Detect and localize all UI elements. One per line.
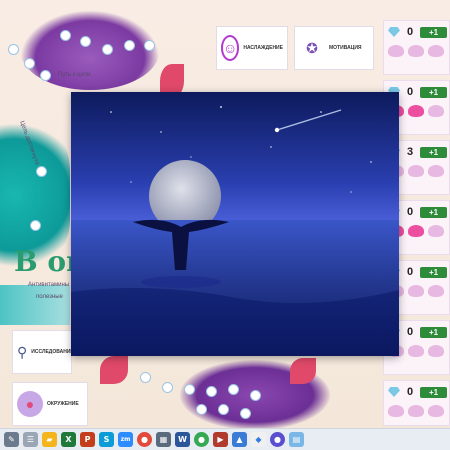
powerpoint-icon[interactable]: P bbox=[80, 432, 95, 447]
path-dot[interactable] bbox=[228, 384, 239, 395]
whale-icon bbox=[428, 225, 444, 237]
gem-icon bbox=[388, 27, 400, 37]
path-dot[interactable] bbox=[102, 44, 113, 55]
task-view-icon[interactable]: ☰ bbox=[23, 432, 38, 447]
counter-value: 0 bbox=[406, 326, 414, 338]
path-dot[interactable] bbox=[184, 384, 195, 395]
whale-icon bbox=[408, 405, 424, 417]
path-dot[interactable] bbox=[206, 386, 217, 397]
counter-widget: 0 +1 bbox=[383, 380, 450, 426]
counter-value: 0 bbox=[406, 26, 414, 38]
whale-icon bbox=[428, 345, 444, 357]
path-label: Путь к цели bbox=[58, 72, 91, 78]
video-icon[interactable]: ▶ bbox=[213, 432, 228, 447]
card-motivation[interactable]: ✪ МОТИВАЦИЯ bbox=[294, 26, 374, 70]
path-dot[interactable] bbox=[250, 390, 261, 401]
whale-icon bbox=[408, 45, 424, 57]
whale-icon bbox=[408, 105, 424, 117]
board-small-text: полезные bbox=[36, 294, 63, 300]
whale-icon bbox=[428, 105, 444, 117]
whale-icon bbox=[388, 45, 404, 57]
whale-icon bbox=[428, 405, 444, 417]
magnifier-icon: ⚲ bbox=[17, 343, 28, 360]
counter-value: 0 bbox=[406, 386, 414, 398]
plus-one-button[interactable]: +1 bbox=[420, 86, 447, 98]
card-pleasure[interactable]: ☺ НАСЛАЖДЕНИЕ bbox=[216, 26, 288, 70]
zoom-icon[interactable]: zm bbox=[118, 432, 133, 447]
app-menu-icon[interactable]: ✎ bbox=[4, 432, 19, 447]
gem-icon bbox=[388, 387, 400, 397]
miro-icon[interactable]: ▤ bbox=[289, 432, 304, 447]
path-dot[interactable] bbox=[124, 40, 135, 51]
card-label: МОТИВАЦИЯ bbox=[329, 45, 362, 51]
teal-band bbox=[0, 285, 70, 325]
whale-moon-image[interactable] bbox=[71, 92, 399, 356]
chrome-2-icon[interactable]: ● bbox=[194, 432, 209, 447]
excel-icon[interactable]: X bbox=[61, 432, 76, 447]
path-dot[interactable] bbox=[60, 30, 71, 41]
path-dot[interactable] bbox=[40, 70, 51, 81]
people-icon: ● bbox=[17, 391, 43, 417]
counter-value: 0 bbox=[406, 206, 414, 218]
calculator-icon[interactable]: ▦ bbox=[156, 432, 171, 447]
path-dot[interactable] bbox=[144, 40, 155, 51]
path-dot[interactable] bbox=[240, 408, 251, 419]
card-research[interactable]: ⚲ ИССЛЕДОВАНИЕ bbox=[12, 330, 74, 374]
path-dot[interactable] bbox=[24, 58, 35, 69]
whale-icon bbox=[428, 45, 444, 57]
photos-icon[interactable]: ▲ bbox=[232, 432, 247, 447]
word-icon[interactable]: W bbox=[175, 432, 190, 447]
path-dot[interactable] bbox=[80, 36, 91, 47]
path-dot[interactable] bbox=[218, 404, 229, 415]
smile-icon: ☺ bbox=[221, 35, 240, 61]
whale-icon bbox=[428, 165, 444, 177]
whale-icon bbox=[388, 405, 404, 417]
counter-value: 0 bbox=[406, 86, 414, 98]
plus-one-button[interactable]: +1 bbox=[420, 26, 447, 38]
whale-icon bbox=[408, 165, 424, 177]
whale-icon bbox=[408, 225, 424, 237]
skype-icon[interactable]: S bbox=[99, 432, 114, 447]
pink-leaf bbox=[290, 358, 316, 384]
whale-moon-illustration bbox=[71, 92, 399, 356]
pink-leaf bbox=[100, 356, 128, 384]
whale-icon bbox=[428, 285, 444, 297]
path-dot[interactable] bbox=[140, 372, 151, 383]
plus-one-button[interactable]: +1 bbox=[420, 266, 447, 278]
board-small-text: Антивитамины bbox=[28, 282, 70, 288]
chrome-icon[interactable]: ● bbox=[137, 432, 152, 447]
counter-widget: 0 +1 bbox=[383, 20, 450, 75]
taskbar: ✎ ☰ ▰ X P S zm ● ▦ W ● ▶ ▲ ◆ ● ▤ bbox=[0, 428, 450, 450]
whale-icon bbox=[408, 285, 424, 297]
file-explorer-icon[interactable]: ▰ bbox=[42, 432, 57, 447]
path-dot[interactable] bbox=[30, 220, 41, 231]
trophy-icon: ✪ bbox=[306, 39, 318, 56]
whale-icon bbox=[408, 345, 424, 357]
path-dot[interactable] bbox=[8, 44, 19, 55]
card-label: ОКРУЖЕНИЕ bbox=[47, 401, 79, 407]
plus-one-button[interactable]: +1 bbox=[420, 206, 447, 218]
plus-one-button[interactable]: +1 bbox=[420, 146, 447, 158]
path-dot[interactable] bbox=[36, 166, 47, 177]
card-environment[interactable]: ● ОКРУЖЕНИЕ bbox=[12, 382, 88, 426]
plus-one-button[interactable]: +1 bbox=[420, 326, 447, 338]
plus-one-button[interactable]: +1 bbox=[420, 386, 447, 398]
counter-value: 0 bbox=[406, 266, 414, 278]
card-label: НАСЛАЖДЕНИЕ bbox=[243, 45, 283, 51]
edge-icon[interactable]: ◆ bbox=[251, 432, 266, 447]
path-dot[interactable] bbox=[196, 404, 207, 415]
card-label: ИССЛЕДОВАНИЕ bbox=[31, 349, 74, 355]
browser-icon[interactable]: ● bbox=[270, 432, 285, 447]
path-dot[interactable] bbox=[162, 382, 173, 393]
counter-value: 3 bbox=[406, 146, 414, 158]
